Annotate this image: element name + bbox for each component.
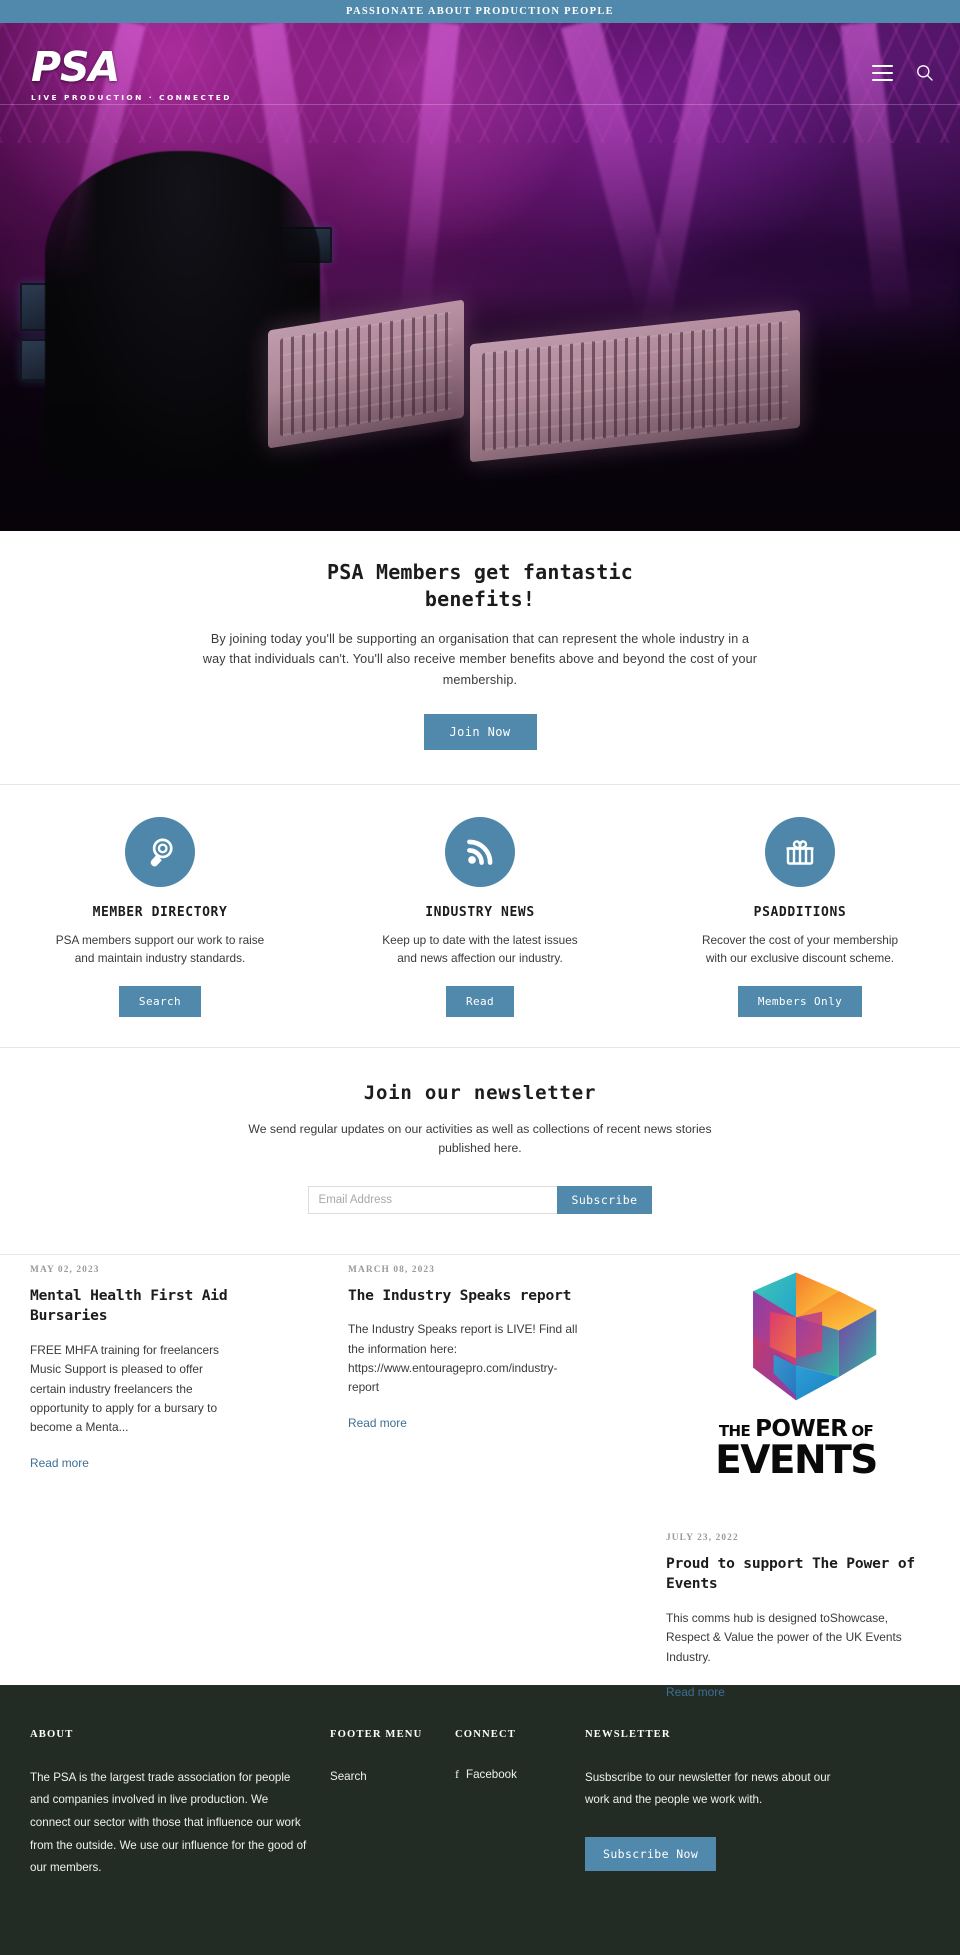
feature-description: PSA members support our work to raise an…: [55, 933, 265, 966]
article-title[interactable]: Proud to support The Power of Events: [666, 1554, 916, 1595]
feature-card-industry-news: INDUSTRY NEWS Keep up to date with the l…: [320, 817, 640, 1017]
footer-link-search[interactable]: Search: [330, 1770, 367, 1783]
rss-feed-icon: [445, 817, 515, 888]
subscribe-form: Subscribe: [0, 1185, 960, 1214]
magnifier-icon: [125, 817, 195, 888]
search-icon[interactable]: [915, 63, 934, 82]
join-now-button[interactable]: Join Now: [423, 714, 537, 751]
site-header: PSA LIVE PRODUCTION · CONNECTED: [0, 23, 960, 105]
search-button[interactable]: Search: [118, 985, 202, 1017]
announcement-text: PASSIONATE ABOUT PRODUCTION PEOPLE: [346, 6, 614, 17]
article-excerpt: This comms hub is designed toShowcase, R…: [666, 1611, 902, 1664]
footer-column-connect: CONNECT f Facebook: [455, 1729, 585, 1915]
newsletter-section: Join our newsletter We send regular upda…: [0, 1048, 960, 1255]
footer-heading-connect: CONNECT: [455, 1728, 517, 1740]
logo-tagline: LIVE PRODUCTION · CONNECTED: [31, 93, 232, 102]
article-date: MAY 02, 2023: [30, 1264, 100, 1275]
article-card-3: THE POWER OF EVENTS: [666, 1265, 926, 1482]
site-logo[interactable]: PSA LIVE PRODUCTION · CONNECTED: [31, 43, 232, 103]
members-only-button[interactable]: Members Only: [737, 985, 863, 1017]
footer-heading-menu: FOOTER MENU: [330, 1728, 423, 1740]
feature-description: Recover the cost of your membership with…: [701, 933, 899, 966]
article-card-3-text: JULY 23, 2022 Proud to support The Power…: [666, 1533, 916, 1701]
footer-link-facebook[interactable]: f Facebook: [455, 1767, 563, 1782]
footer-heading-newsletter: NEWSLETTER: [585, 1728, 671, 1740]
gift-box-icon: [765, 817, 835, 888]
footer-heading-about: ABOUT: [30, 1728, 74, 1740]
power-of-events-logo: THE POWER OF EVENTS: [689, 1265, 904, 1482]
feature-description: Keep up to date with the latest issues a…: [382, 933, 578, 966]
feature-title: PSADDITIONS: [753, 905, 847, 921]
feature-title: INDUSTRY NEWS: [425, 905, 535, 921]
read-more-link[interactable]: Read more: [30, 1456, 89, 1470]
articles-section: MAY 02, 2023 Mental Health First Aid Bur…: [0, 1255, 960, 1699]
feature-title: MEMBER DIRECTORY: [92, 905, 228, 921]
announcement-bar: PASSIONATE ABOUT PRODUCTION PEOPLE: [0, 0, 960, 23]
feature-card-member-directory: MEMBER DIRECTORY PSA members support our…: [0, 817, 320, 1017]
intro-paragraph: By joining today you'll be supporting an…: [202, 632, 758, 687]
footer-about-text: The PSA is the largest trade association…: [30, 1770, 307, 1875]
page-root: PASSIONATE ABOUT PRODUCTION PEOPLE PSA L…: [0, 0, 960, 1955]
article-date: JULY 23, 2022: [666, 1532, 739, 1543]
read-button[interactable]: Read: [445, 985, 515, 1017]
footer-newsletter-text: Susbscribe to our newsletter for news ab…: [585, 1770, 831, 1807]
feature-cards-section: MEMBER DIRECTORY PSA members support our…: [0, 785, 960, 1048]
newsletter-description: We send regular updates on our activitie…: [248, 1121, 712, 1156]
page-title: PSA Members get fantastic benefits!: [326, 560, 634, 611]
article-card-1: MAY 02, 2023 Mental Health First Aid Bur…: [30, 1265, 240, 1472]
footer-column-newsletter: NEWSLETTER Susbscribe to our newsletter …: [585, 1729, 875, 1915]
article-title[interactable]: Mental Health First Aid Bursaries: [30, 1286, 240, 1327]
read-more-link[interactable]: Read more: [348, 1416, 407, 1430]
email-input[interactable]: [307, 1185, 557, 1214]
article-date: MARCH 08, 2023: [348, 1264, 436, 1275]
header-actions: [872, 63, 934, 82]
site-footer: ABOUT The PSA is the largest trade assoc…: [0, 1684, 960, 1955]
hamburger-menu-icon[interactable]: [872, 64, 893, 81]
hero-banner: PSA LIVE PRODUCTION · CONNECTED: [0, 23, 960, 531]
facebook-icon: f: [455, 1766, 459, 1781]
logo-wordmark: PSA: [31, 43, 120, 91]
subscribe-button[interactable]: Subscribe: [556, 1185, 653, 1214]
read-more-link[interactable]: Read more: [666, 1685, 725, 1699]
article-excerpt: FREE MHFA training for freelancers Music…: [30, 1343, 219, 1435]
membership-intro-section: PSA Members get fantastic benefits! By j…: [0, 531, 960, 786]
article-card-2: MARCH 08, 2023 The Industry Speaks repor…: [348, 1265, 578, 1432]
power-of-events-line2: EVENTS: [715, 1437, 878, 1483]
article-excerpt: The Industry Speaks report is LIVE! Find…: [348, 1322, 578, 1395]
newsletter-title: Join our newsletter: [363, 1081, 597, 1104]
footer-column-about: ABOUT The PSA is the largest trade assoc…: [30, 1729, 330, 1915]
footer-link-facebook-label: Facebook: [466, 1767, 517, 1781]
feature-card-psadditions: PSADDITIONS Recover the cost of your mem…: [640, 817, 960, 1017]
article-title[interactable]: The Industry Speaks report: [348, 1286, 578, 1307]
power-of-events-heart-mark: [753, 1272, 877, 1401]
footer-column-menu: FOOTER MENU Search: [330, 1729, 455, 1915]
subscribe-now-button[interactable]: Subscribe Now: [585, 1836, 717, 1871]
